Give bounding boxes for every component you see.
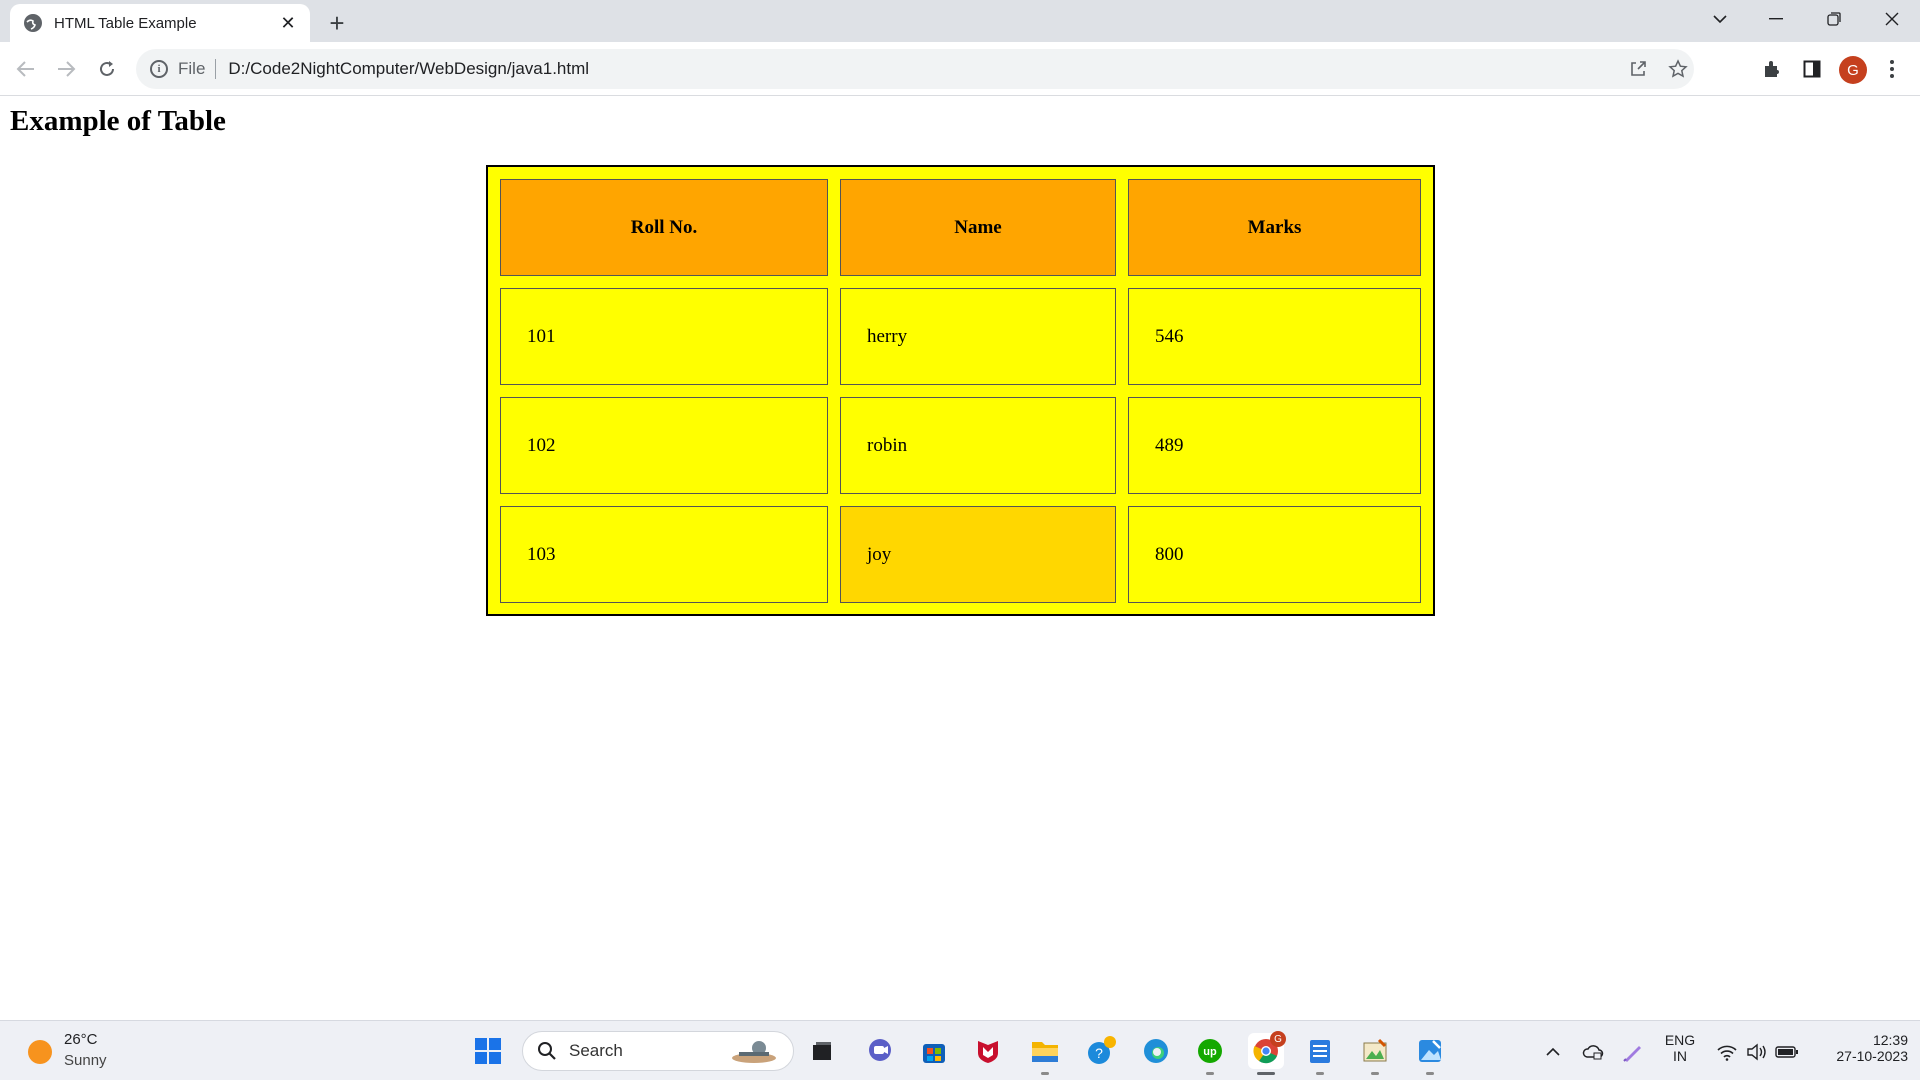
microsoft-store-icon[interactable]: [916, 1033, 952, 1069]
chat-icon[interactable]: [862, 1033, 898, 1069]
file-explorer-icon[interactable]: [1027, 1033, 1063, 1075]
edge-browser-icon[interactable]: [1138, 1033, 1174, 1069]
cell-name-highlighted: joy: [840, 506, 1116, 603]
clock-time: 12:39: [1872, 1032, 1908, 1048]
running-indicator: [1426, 1072, 1434, 1075]
globe-icon: [24, 14, 42, 32]
table-header-row: Roll No. Name Marks: [500, 179, 1421, 276]
svg-text:?: ?: [1095, 1045, 1103, 1061]
pen-icon[interactable]: [1620, 1039, 1646, 1065]
cell-roll-no: 103: [500, 506, 828, 603]
search-highlight-illustration-icon: [732, 1041, 776, 1063]
notepad-icon[interactable]: [1302, 1033, 1338, 1075]
page-content: Example of Table Roll No. Name Marks 101…: [0, 97, 1920, 1019]
svg-text:up: up: [1203, 1046, 1217, 1058]
table-row: 102 robin 489: [500, 397, 1421, 494]
windows-taskbar: 26°C Sunny Search ? up G ENG IN 12:39 27…: [0, 1020, 1920, 1080]
column-header-marks: Marks: [1128, 179, 1421, 276]
browser-window: HTML Table Example ✕ + i File D:/Code2Ni…: [0, 0, 1920, 1080]
table-row: 103 joy 800: [500, 506, 1421, 603]
sun-icon: [28, 1040, 52, 1064]
clock-date: 27-10-2023: [1836, 1048, 1908, 1064]
chrome-profile-badge: G: [1270, 1031, 1286, 1047]
tab-html-table-example[interactable]: HTML Table Example ✕: [10, 4, 310, 42]
running-indicator: [1371, 1072, 1379, 1075]
marks-table-container: Roll No. Name Marks 101 herry 546 102 ro…: [486, 165, 1435, 616]
running-indicator: [1041, 1072, 1049, 1075]
tab-title: HTML Table Example: [54, 14, 197, 32]
volume-icon[interactable]: [1744, 1039, 1770, 1065]
cell-roll-no: 101: [500, 288, 828, 385]
forward-arrow-icon[interactable]: [50, 53, 82, 85]
start-windows-icon[interactable]: [470, 1033, 506, 1069]
extensions-puzzle-icon[interactable]: [1756, 53, 1788, 85]
wifi-icon[interactable]: [1714, 1039, 1740, 1065]
cell-name: herry: [840, 288, 1116, 385]
photos-app-icon[interactable]: [1412, 1033, 1448, 1075]
cell-roll-no: 102: [500, 397, 828, 494]
column-header-roll-no: Roll No.: [500, 179, 828, 276]
tab-strip: HTML Table Example ✕ +: [0, 0, 1920, 42]
scheme-label: File: [178, 59, 206, 78]
battery-icon[interactable]: [1774, 1039, 1800, 1065]
close-tab-icon[interactable]: ✕: [278, 13, 298, 33]
cell-name: robin: [840, 397, 1116, 494]
page-heading: Example of Table: [10, 105, 226, 137]
browser-toolbar: i File D:/Code2NightComputer/WebDesign/j…: [0, 42, 1920, 96]
address-divider: [215, 59, 217, 79]
onedrive-cloud-icon[interactable]: [1580, 1039, 1606, 1065]
clock[interactable]: 12:39 27-10-2023: [1812, 1032, 1908, 1064]
table-row: 101 herry 546: [500, 288, 1421, 385]
region-code: IN: [1673, 1048, 1687, 1064]
task-view-icon[interactable]: [804, 1033, 840, 1069]
address-bar[interactable]: i File D:/Code2NightComputer/WebDesign/j…: [136, 49, 1694, 89]
upwork-icon[interactable]: up: [1192, 1033, 1228, 1075]
marks-table: Roll No. Name Marks 101 herry 546 102 ro…: [488, 167, 1433, 615]
share-icon[interactable]: [1618, 49, 1658, 89]
chrome-browser-icon[interactable]: G: [1248, 1031, 1286, 1075]
search-label: Search: [569, 1041, 623, 1060]
side-panel-icon[interactable]: [1796, 53, 1828, 85]
running-indicator: [1206, 1072, 1214, 1075]
close-window-button[interactable]: [1864, 0, 1920, 38]
language-code: ENG: [1664, 1032, 1696, 1048]
weather-temperature: 26°C: [64, 1031, 98, 1048]
site-info-icon[interactable]: i: [150, 60, 168, 78]
reload-icon[interactable]: [91, 53, 123, 85]
running-indicator: [1316, 1072, 1324, 1075]
cell-marks: 800: [1128, 506, 1421, 603]
cell-marks: 489: [1128, 397, 1421, 494]
taskbar-search-box[interactable]: Search: [522, 1031, 794, 1071]
chevron-up-icon[interactable]: [1540, 1039, 1566, 1065]
language-indicator[interactable]: ENG IN: [1660, 1032, 1700, 1064]
image-editor-icon[interactable]: [1357, 1033, 1393, 1075]
help-icon[interactable]: ?: [1083, 1033, 1119, 1069]
weather-condition: Sunny: [64, 1052, 107, 1069]
bookmark-star-icon[interactable]: [1658, 49, 1698, 89]
new-tab-button[interactable]: +: [322, 8, 352, 38]
restore-button[interactable]: [1806, 0, 1862, 38]
search-icon: [538, 1042, 556, 1060]
url-text[interactable]: D:/Code2NightComputer/WebDesign/java1.ht…: [228, 59, 589, 79]
running-indicator: [1257, 1072, 1275, 1075]
minimize-button[interactable]: [1748, 0, 1804, 38]
tab-search-chevron-down-icon[interactable]: [1692, 0, 1748, 38]
mcafee-shield-icon[interactable]: [970, 1033, 1006, 1069]
back-arrow-icon[interactable]: [10, 53, 42, 85]
cell-marks: 546: [1128, 288, 1421, 385]
profile-avatar[interactable]: G: [1839, 56, 1867, 84]
more-menu-icon[interactable]: [1876, 53, 1908, 85]
column-header-name: Name: [840, 179, 1116, 276]
